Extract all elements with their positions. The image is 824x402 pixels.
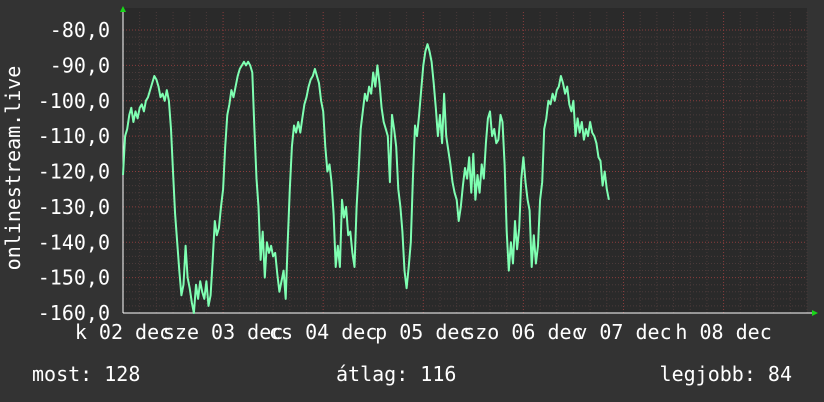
- x-tick-label: v 07 dec: [575, 320, 671, 344]
- plot-background: [123, 8, 807, 313]
- x-tick-label: szo 06 dec: [463, 320, 583, 344]
- y-tick-label: -90,0: [50, 53, 110, 77]
- chart: -80,0 -90,0 -100,0 -110,0 -120,0 -130,0 -140,0…: [1, 6, 818, 344]
- x-tick-label: sze 03 dec: [163, 320, 283, 344]
- x-axis-arrow: [812, 310, 818, 316]
- y-tick-label: -120,0: [38, 160, 110, 184]
- y-tick-label: -80,0: [50, 18, 110, 42]
- y-tick-label: -130,0: [38, 195, 110, 219]
- x-tick-label: h 08 dec: [675, 320, 771, 344]
- y-tick-label: -110,0: [38, 124, 110, 148]
- x-tick-label: cs 04 dec: [269, 320, 377, 344]
- stat-current: most: 128: [32, 362, 141, 386]
- y-tick-label: -140,0: [38, 230, 110, 254]
- x-tick-label: k 02 dec: [75, 320, 171, 344]
- y-tick-label: -150,0: [38, 266, 110, 290]
- x-tick-label: p 05 dec: [375, 320, 471, 344]
- stat-average: átlag: 116: [336, 362, 457, 386]
- y-tick-label: -100,0: [38, 89, 110, 113]
- stat-best: legjobb: 84: [659, 362, 792, 386]
- x-axis-ticks: k 02 decsze 03 deccs 04 decp 05 decszo 0…: [75, 320, 772, 344]
- y-axis-label: onlinestream.live: [1, 66, 25, 271]
- y-axis-ticks: -80,0 -90,0 -100,0 -110,0 -120,0 -130,0 -140,0…: [38, 18, 110, 325]
